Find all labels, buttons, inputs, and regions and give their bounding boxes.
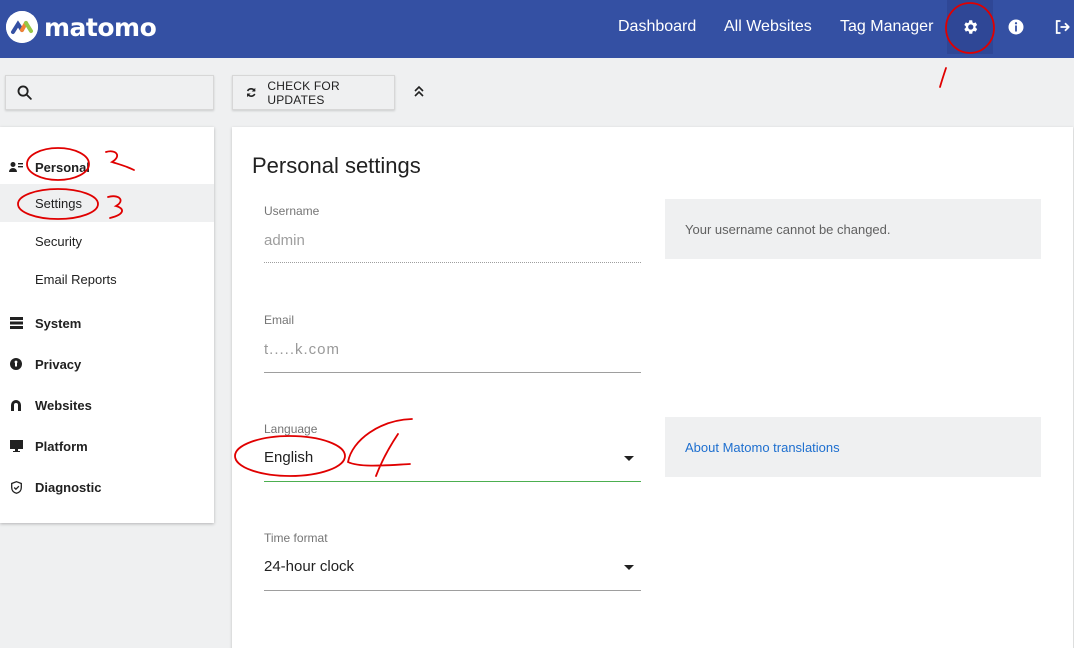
username-label: Username: [264, 204, 320, 218]
gear-icon: [964, 20, 978, 34]
brand-name: matomo: [44, 12, 157, 42]
username-field: admin: [264, 232, 305, 249]
language-dropdown-icon[interactable]: [624, 456, 634, 461]
time-format-label: Time format: [264, 531, 328, 545]
matomo-logo-icon: [6, 11, 38, 43]
sidebar-section-platform-label: Platform: [35, 438, 88, 454]
websites-icon: [9, 398, 23, 412]
page-title: Personal settings: [252, 153, 421, 178]
top-bar: matomo Dashboard All Websites Tag Manage…: [0, 0, 1074, 58]
menu-search-input[interactable]: [5, 75, 214, 110]
sidebar-section-system[interactable]: System: [0, 308, 214, 338]
email-field[interactable]: t.....k.com: [264, 341, 340, 358]
translations-help: About Matomo translations: [665, 417, 1041, 477]
matomo-logo[interactable]: matomo: [6, 10, 157, 44]
admin-settings-button[interactable]: [947, 0, 993, 54]
nav-dashboard[interactable]: Dashboard: [618, 0, 696, 58]
username-help: Your username cannot be changed.: [665, 199, 1041, 259]
sidebar-section-personal[interactable]: Personal: [0, 152, 214, 182]
sidebar-section-privacy-label: Privacy: [35, 356, 82, 372]
time-format-dropdown-icon[interactable]: [624, 565, 634, 570]
time-format-underline: [264, 590, 641, 591]
help-button[interactable]: [993, 0, 1039, 54]
nav-all-websites[interactable]: All Websites: [724, 0, 812, 58]
info-icon: [1008, 19, 1024, 35]
sidebar-section-websites-label: Websites: [35, 397, 92, 413]
about-translations-link[interactable]: About Matomo translations: [685, 440, 840, 455]
sidebar-item-security[interactable]: Security: [0, 222, 214, 260]
personal-settings-card: Personal settings Username admin Your us…: [232, 127, 1073, 648]
check-for-updates-label: CHECK FOR UPDATES: [267, 78, 340, 107]
admin-sidebar: Personal Settings Security Email Reports…: [0, 127, 214, 523]
sidebar-section-diagnostic[interactable]: Diagnostic: [0, 472, 214, 502]
sidebar-item-settings[interactable]: Settings: [0, 184, 214, 222]
language-underline: [264, 481, 641, 482]
sidebar-section-platform[interactable]: Platform: [0, 431, 214, 461]
search-icon: [17, 85, 32, 100]
logout-icon: [1055, 20, 1070, 34]
refresh-icon: [246, 87, 256, 98]
nav-tag-manager[interactable]: Tag Manager: [840, 0, 933, 58]
sidebar-section-system-label: System: [35, 315, 82, 331]
language-label: Language: [264, 422, 318, 436]
user-card-icon: [9, 160, 23, 174]
monitor-icon: [9, 439, 23, 453]
email-label: Email: [264, 313, 295, 327]
privacy-lock-icon: [9, 357, 23, 371]
logout-button[interactable]: [1039, 0, 1074, 54]
check-for-updates-button[interactable]: CHECK FOR UPDATES: [232, 75, 395, 110]
sidebar-section-privacy[interactable]: Privacy: [0, 349, 214, 379]
email-underline: [264, 372, 641, 373]
server-icon: [9, 316, 23, 330]
double-chevron-up-icon: [414, 85, 424, 97]
sidebar-item-email-reports[interactable]: Email Reports: [0, 260, 214, 298]
annotation-mark-1: [939, 67, 947, 88]
sidebar-section-personal-label: Personal: [35, 159, 90, 175]
language-select[interactable]: English: [264, 449, 313, 466]
collapse-toolbar-button[interactable]: [410, 82, 428, 102]
sidebar-section-diagnostic-label: Diagnostic: [35, 479, 102, 495]
time-format-select[interactable]: 24-hour clock: [264, 558, 354, 575]
username-underline: [264, 262, 641, 263]
sidebar-section-websites[interactable]: Websites: [0, 390, 214, 420]
shield-check-icon: [9, 480, 23, 494]
